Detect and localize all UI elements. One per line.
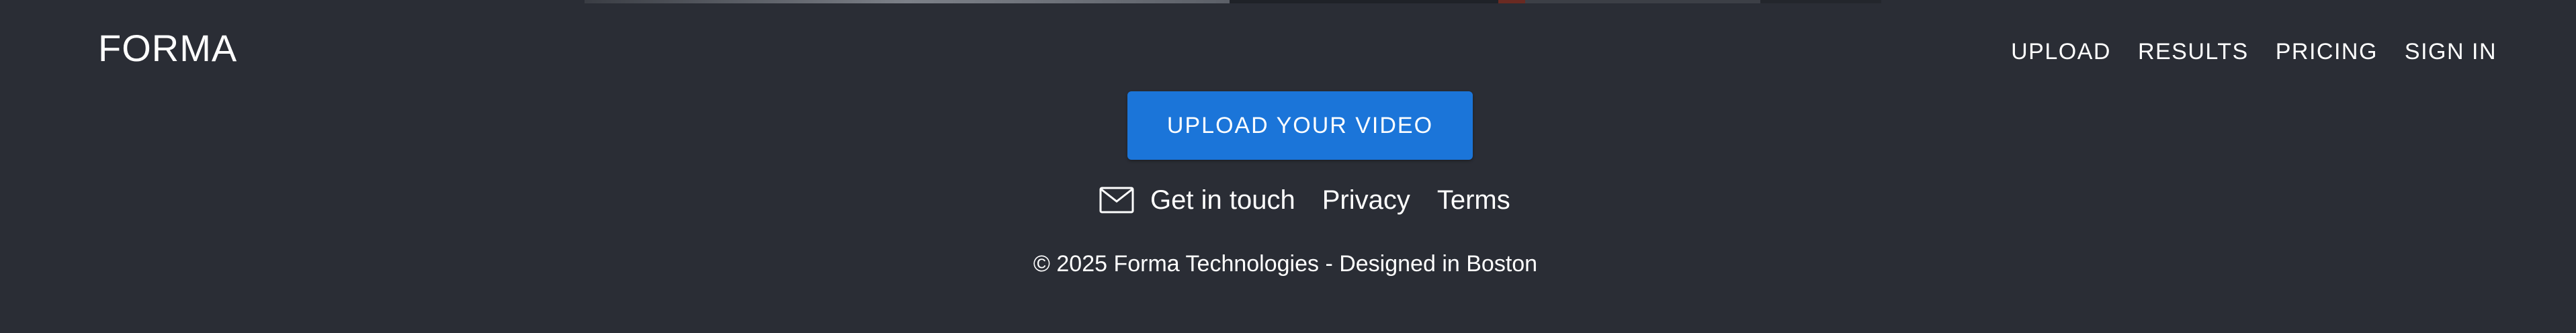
terms-link[interactable]: Terms: [1437, 187, 1510, 213]
main-nav: UPLOAD RESULTS PRICING SIGN IN: [2011, 40, 2497, 63]
copyright-label: © 2025 Forma Technologies - Designed in …: [1033, 251, 1538, 277]
footer-links: Get in touch Privacy Terms: [1099, 187, 1510, 213]
copyright-text: © 2025 Forma Technologies - Designed in …: [0, 252, 2576, 275]
nav-results[interactable]: RESULTS: [2138, 40, 2249, 63]
upload-video-button[interactable]: UPLOAD YOUR VIDEO: [1127, 91, 1473, 160]
nav-sign-in[interactable]: SIGN IN: [2405, 40, 2497, 63]
nav-pricing[interactable]: PRICING: [2276, 40, 2378, 63]
brand-logo[interactable]: FORMA: [98, 30, 237, 67]
hero-image-slice: [1525, 0, 1760, 3]
hero-image-slice: [585, 0, 1230, 3]
contact-link[interactable]: Get in touch: [1099, 187, 1295, 213]
privacy-link[interactable]: Privacy: [1322, 187, 1410, 213]
mail-icon: [1099, 187, 1134, 213]
hero-image-edge: [0, 0, 2576, 7]
hero-image-slice: [1498, 0, 1525, 3]
contact-label: Get in touch: [1150, 185, 1295, 215]
nav-upload[interactable]: UPLOAD: [2011, 40, 2111, 63]
hero-image-slice: [1760, 0, 1881, 3]
hero-image-slice: [1230, 0, 1498, 3]
